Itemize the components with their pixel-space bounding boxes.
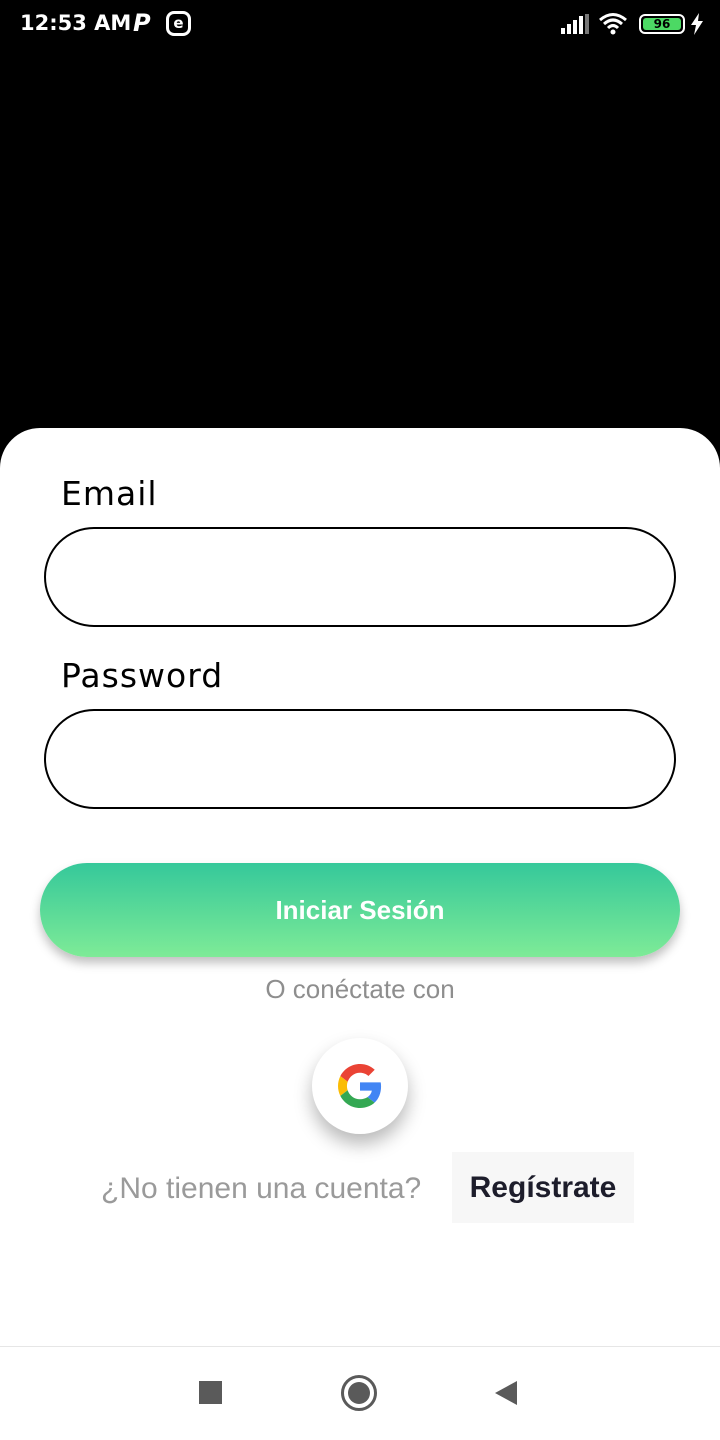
email-label: Email bbox=[61, 474, 158, 513]
register-row: ¿No tienen una cuenta? Regístrate bbox=[0, 1152, 720, 1224]
google-login-button[interactable] bbox=[312, 1038, 408, 1134]
status-bar: 12:53 AM P e 96 bbox=[0, 0, 720, 50]
login-card: Email Password Iniciar Sesión O conéctat… bbox=[0, 428, 720, 1346]
password-field[interactable] bbox=[44, 709, 676, 809]
navigation-bar bbox=[0, 1346, 720, 1440]
signal-icon bbox=[561, 14, 589, 34]
status-time: 12:53 AM bbox=[20, 11, 132, 35]
e-app-icon: e bbox=[166, 11, 191, 36]
home-icon[interactable] bbox=[341, 1375, 377, 1411]
charging-icon bbox=[691, 13, 703, 35]
battery-icon: 96 bbox=[639, 14, 685, 34]
google-icon bbox=[338, 1064, 382, 1108]
alt-login-text: O conéctate con bbox=[265, 974, 455, 1004]
register-prompt: ¿No tienen una cuenta? bbox=[101, 1172, 422, 1205]
back-icon[interactable] bbox=[493, 1380, 519, 1406]
battery-level: 96 bbox=[643, 18, 681, 30]
email-field[interactable] bbox=[44, 527, 676, 627]
parking-app-icon: P bbox=[133, 9, 151, 37]
recents-icon[interactable] bbox=[199, 1381, 222, 1404]
password-label: Password bbox=[61, 656, 224, 695]
wifi-icon bbox=[599, 13, 627, 35]
register-button[interactable]: Regístrate bbox=[452, 1152, 634, 1223]
login-button[interactable]: Iniciar Sesión bbox=[40, 863, 680, 957]
